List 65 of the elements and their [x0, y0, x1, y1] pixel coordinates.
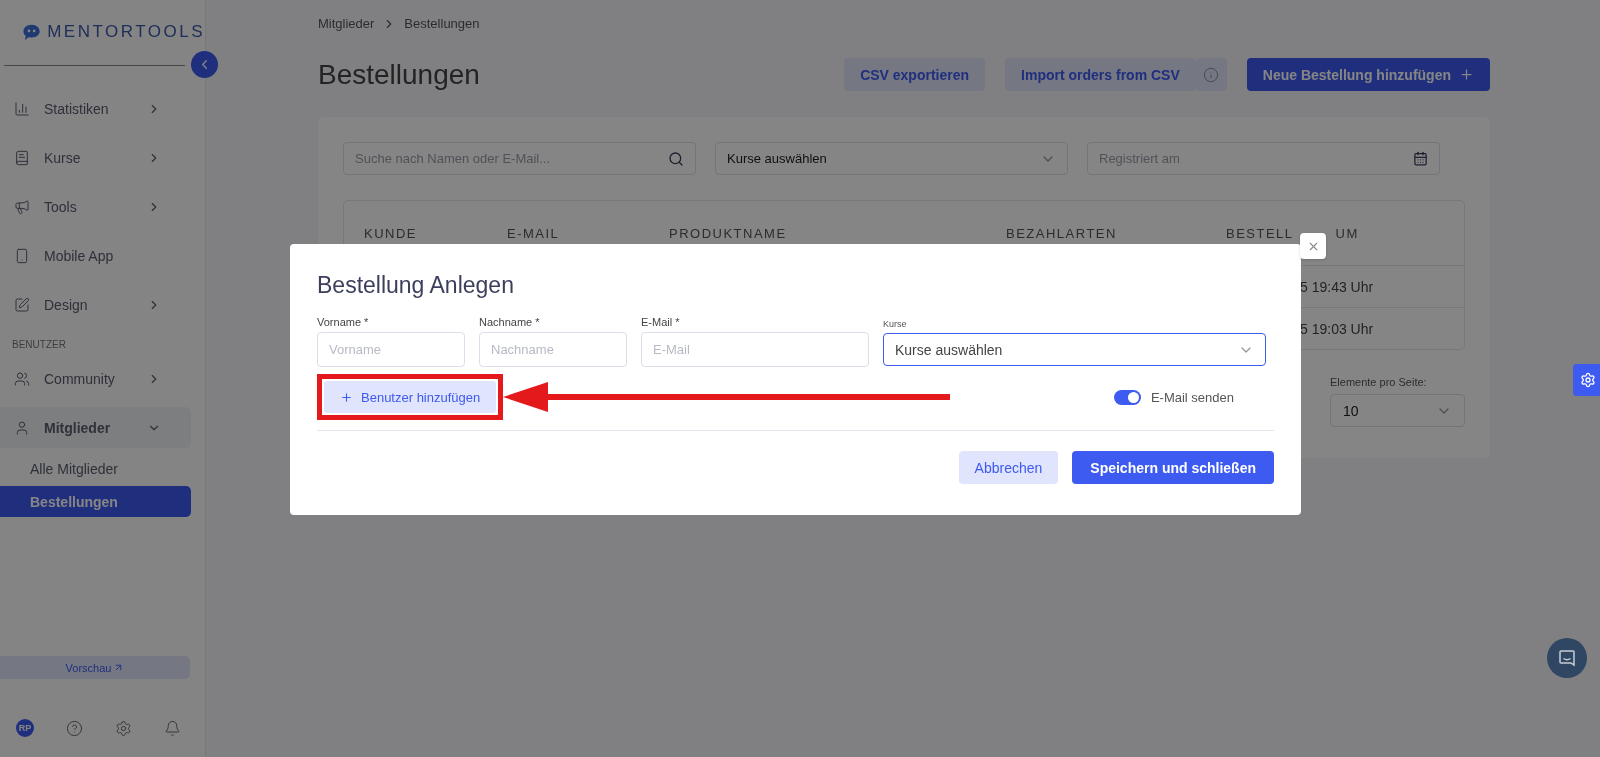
column-header: BEZAHLARTEN: [1006, 225, 1118, 241]
preview-button[interactable]: Vorschau: [0, 656, 190, 679]
plus-icon: [340, 390, 353, 404]
column-header: KUNDE: [364, 225, 418, 241]
chat-icon: [1558, 649, 1576, 667]
cancel-button[interactable]: Abbrechen: [958, 451, 1059, 484]
breadcrumb-current: Bestellungen: [404, 16, 480, 31]
plus-icon: [1459, 67, 1474, 82]
logo-text: MENTORTOOLS: [47, 22, 205, 42]
field-label: Kurse: [883, 319, 908, 329]
chat-button[interactable]: [1547, 638, 1587, 678]
table-cell-text: 5 19:43 Uhr: [1299, 278, 1375, 295]
sidebar-item[interactable]: Statistiken: [0, 88, 191, 129]
sidebar-item[interactable]: Community: [0, 358, 191, 399]
settings-icon[interactable]: [1573, 364, 1600, 396]
info-icon: [1203, 66, 1220, 83]
sidebar-item[interactable]: Design: [0, 284, 191, 325]
sidebar-subitem[interactable]: Alle Mitglieder: [0, 453, 191, 484]
page-size-select[interactable]: 10: [1330, 394, 1465, 427]
pen-icon: [14, 296, 30, 313]
section-title: BENUTZER: [11, 338, 67, 352]
megaphone-icon: [14, 198, 30, 215]
bell-icon[interactable]: [164, 719, 181, 737]
sidebar-subitem[interactable]: Bestellungen: [0, 486, 191, 517]
person-icon: [14, 419, 30, 436]
header-button[interactable]: Import orders from CSV: [1005, 58, 1196, 91]
page-size-label: Elemente pro Seite:: [1330, 376, 1428, 388]
field-label: Vorname *: [317, 316, 370, 328]
phone-icon: [14, 247, 30, 264]
input-field[interactable]: Vorname: [317, 332, 465, 367]
input-field[interactable]: E-Mail: [641, 332, 869, 367]
toggle-label: E-Mail senden: [1150, 389, 1234, 405]
table-cell-text: 5 19:03 Uhr: [1299, 320, 1375, 337]
sidebar-item[interactable]: Tools: [0, 186, 191, 227]
close-button[interactable]: [1300, 233, 1326, 259]
book-icon: [14, 149, 30, 166]
people-icon: [14, 370, 30, 387]
column-header: BESTELL: [1226, 225, 1294, 241]
field-label: E-Mail *: [641, 316, 681, 328]
collapse-button[interactable]: [191, 51, 218, 78]
sidebar-item[interactable]: Mitglieder: [0, 407, 191, 448]
info-button[interactable]: [1195, 58, 1227, 91]
add-user-button[interactable]: Benutzer hinzufügen: [324, 381, 497, 413]
sidebar-item[interactable]: Mobile App: [0, 235, 191, 276]
calendar-icon: [1413, 151, 1428, 166]
input-field[interactable]: Nachname: [479, 332, 627, 367]
breadcrumb-link[interactable]: Mitglieder: [318, 16, 375, 31]
search-icon: [668, 150, 684, 167]
dialog-title: Bestellung Anlegen: [317, 272, 515, 299]
courses-select[interactable]: Kurse auswählen: [883, 333, 1266, 366]
add-order-button[interactable]: Neue Bestellung hinzufügen: [1246, 58, 1490, 91]
column-header: PRODUKTNAME: [669, 225, 788, 241]
courses-select[interactable]: Kurse auswählen: [715, 142, 1068, 175]
save-button[interactable]: Speichern und schließen: [1072, 451, 1274, 484]
help-icon[interactable]: [66, 719, 83, 737]
user-avatar[interactable]: RP: [16, 719, 34, 737]
column-header: E-MAIL: [507, 225, 561, 241]
header-button[interactable]: CSV exportieren: [844, 58, 986, 91]
column-header: UM: [1335, 225, 1359, 241]
field-label: Nachname *: [479, 316, 541, 328]
sidebar-item[interactable]: Kurse: [0, 137, 191, 178]
email-toggle[interactable]: [1113, 389, 1141, 405]
bar-chart-icon: [14, 100, 30, 117]
settings-icon[interactable]: [115, 719, 132, 737]
page-title: Bestellungen: [318, 58, 481, 91]
